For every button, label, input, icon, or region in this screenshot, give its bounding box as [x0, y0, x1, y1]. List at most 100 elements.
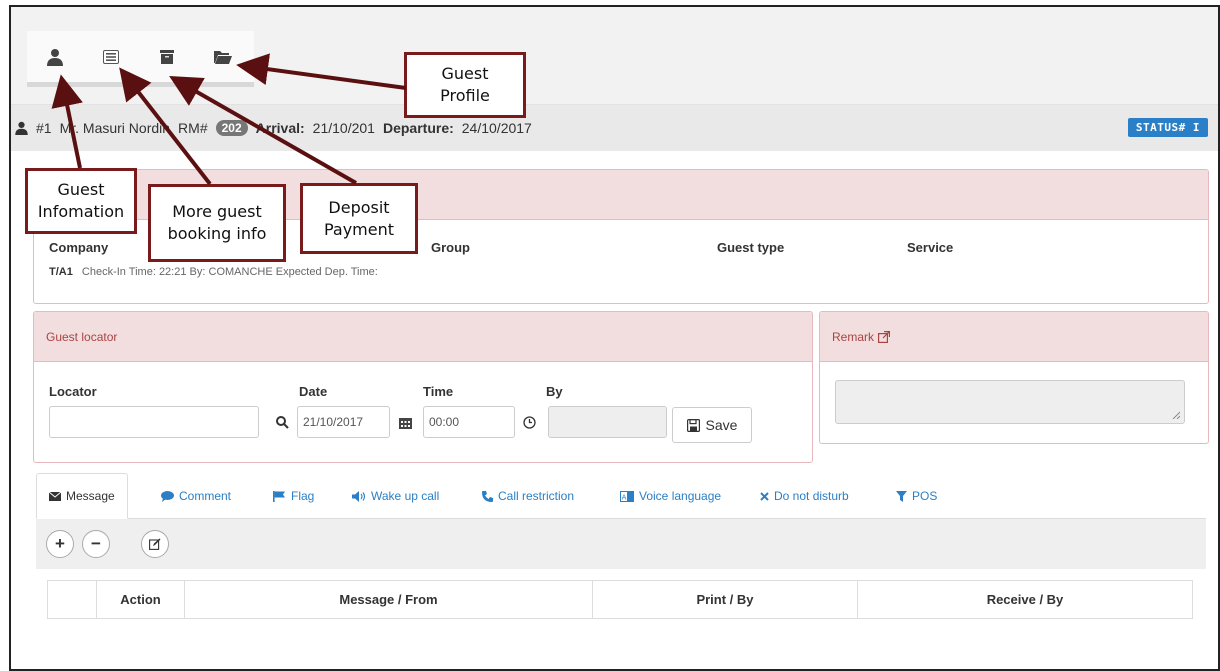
service-header: Service	[907, 240, 954, 255]
callout-guest-profile: Guest Profile	[404, 52, 526, 118]
checkin-details-row: T/A1 Check-In Time: 22:21 By: COMANCHE E…	[49, 266, 378, 278]
list-card-icon	[103, 49, 119, 64]
time-input[interactable]: 00:00	[423, 406, 515, 438]
company-header: Company	[49, 240, 109, 255]
column-header-select	[47, 580, 97, 619]
language-icon: A	[620, 490, 634, 502]
comment-icon	[161, 490, 174, 502]
guest-profile-button[interactable]	[195, 37, 251, 77]
arrival-date: 21/10/201	[312, 120, 375, 136]
room-number-badge: 202	[215, 120, 248, 136]
checkin-time-label: Check-In Time:	[81, 266, 156, 278]
by-label: By	[546, 384, 563, 399]
guest-information-button[interactable]	[27, 37, 83, 77]
callout-guest-information: Guest Infomation	[25, 168, 137, 234]
tab-flag[interactable]: Flag	[273, 473, 314, 519]
column-header-message: Message / From	[184, 580, 593, 619]
tab-wake-up-call[interactable]: Wake up call	[352, 473, 439, 519]
by-input[interactable]	[548, 406, 667, 438]
clock-icon[interactable]	[518, 406, 540, 438]
tab-pos[interactable]: POS	[896, 473, 937, 519]
folder-open-icon	[214, 50, 232, 64]
callout-guest-information-line2: Infomation	[37, 202, 125, 221]
search-icon[interactable]	[271, 406, 293, 438]
tab-pos-label: POS	[912, 489, 938, 503]
guest-locator-header: Guest locator	[34, 312, 812, 362]
tab-call-restriction[interactable]: Call restriction	[482, 473, 574, 519]
callout-more-booking-line1: More guest	[172, 202, 262, 221]
tab-wake-up-call-label: Wake up call	[371, 489, 440, 503]
date-label: Date	[299, 384, 328, 399]
callout-deposit-line2: Payment	[323, 219, 395, 239]
deposit-payment-button[interactable]	[139, 37, 195, 77]
ta-code: T/A1	[49, 266, 73, 278]
callout-guest-profile-line1: Guest	[441, 64, 489, 83]
filter-icon	[896, 490, 907, 502]
edit-button[interactable]	[141, 530, 169, 558]
top-toolbar-area	[11, 7, 1218, 105]
remark-textarea[interactable]	[835, 380, 1185, 424]
tab-comment[interactable]: Comment	[161, 473, 231, 519]
archive-box-icon	[160, 49, 174, 64]
flag-icon	[273, 490, 285, 502]
message-table: Action Message / From Print / By Receive…	[47, 580, 1193, 619]
checkin-by-label: By:	[189, 266, 206, 278]
callout-guest-profile-line2: Profile	[440, 86, 490, 105]
guest-profile-icon-bar	[27, 31, 254, 87]
callout-deposit: Deposit Payment	[300, 183, 418, 254]
tab-strip: Message Comment Flag Wake up call Call r…	[36, 473, 1206, 519]
guest-info-strip: #1 Mr. Masuri Nordin RM# 202 Arrival: 21…	[11, 105, 1218, 151]
callout-more-booking-line2: booking info	[167, 224, 267, 243]
minus-icon: −	[91, 534, 101, 553]
column-header-print: Print / By	[592, 580, 858, 619]
edit-icon	[149, 538, 161, 550]
checkin-by-value: COMANCHE	[208, 266, 273, 278]
tab-call-restriction-label: Call restriction	[498, 489, 575, 503]
guest-number: #1	[36, 120, 52, 136]
tab-message-label: Message	[66, 489, 115, 503]
external-link-icon[interactable]	[878, 330, 891, 343]
user-icon	[15, 121, 28, 135]
envelope-icon	[49, 491, 61, 501]
message-toolbar: + −	[36, 519, 1206, 569]
status-badge[interactable]: STATUS# I	[1127, 118, 1208, 137]
phone-icon	[482, 490, 493, 502]
callout-deposit-line1: Deposit	[328, 197, 390, 217]
tab-do-not-disturb-label: Do not disturb	[774, 489, 849, 503]
locator-label: Locator	[49, 384, 97, 399]
plus-icon: +	[55, 534, 65, 553]
more-booking-info-button[interactable]	[83, 37, 139, 77]
add-button[interactable]: +	[46, 530, 74, 558]
volume-icon	[352, 490, 366, 502]
tab-message[interactable]: Message	[36, 473, 128, 519]
remark-panel: Remark	[819, 311, 1209, 444]
expected-dep-label: Expected Dep. Time:	[275, 266, 378, 278]
room-label: RM#	[178, 120, 208, 136]
date-input[interactable]: 21/10/2017	[297, 406, 390, 438]
floppy-icon	[686, 418, 700, 432]
departure-date: 24/10/2017	[461, 120, 532, 136]
callout-more-booking: More guest booking info	[148, 184, 286, 262]
column-header-receive: Receive / By	[857, 580, 1193, 619]
save-label: Save	[705, 417, 738, 433]
guest-locator-panel: Guest locator Locator Date Time By 21/10…	[33, 311, 813, 463]
tab-voice-language[interactable]: A Voice language	[620, 473, 721, 519]
guest-type-header: Guest type	[717, 240, 785, 255]
svg-text:A: A	[622, 493, 627, 501]
remark-header: Remark	[820, 312, 1208, 362]
tab-comment-label: Comment	[179, 489, 232, 503]
group-header: Group	[431, 240, 470, 255]
table-header-row: Action Message / From Print / By Receive…	[47, 580, 1193, 619]
tab-do-not-disturb[interactable]: Do not disturb	[760, 473, 849, 519]
remove-button[interactable]: −	[82, 530, 110, 558]
app-frame: #1 Mr. Masuri Nordin RM# 202 Arrival: 21…	[9, 5, 1220, 671]
checkin-time-value: 22:21	[158, 266, 187, 278]
locator-input[interactable]	[49, 406, 259, 438]
user-icon	[47, 48, 63, 66]
calendar-icon[interactable]	[394, 406, 416, 438]
callout-guest-information-line1: Guest	[57, 180, 105, 199]
guest-name: Mr. Masuri Nordin	[59, 120, 171, 136]
tab-voice-language-label: Voice language	[639, 489, 722, 503]
save-button[interactable]: Save	[672, 407, 752, 443]
x-icon	[760, 491, 769, 501]
